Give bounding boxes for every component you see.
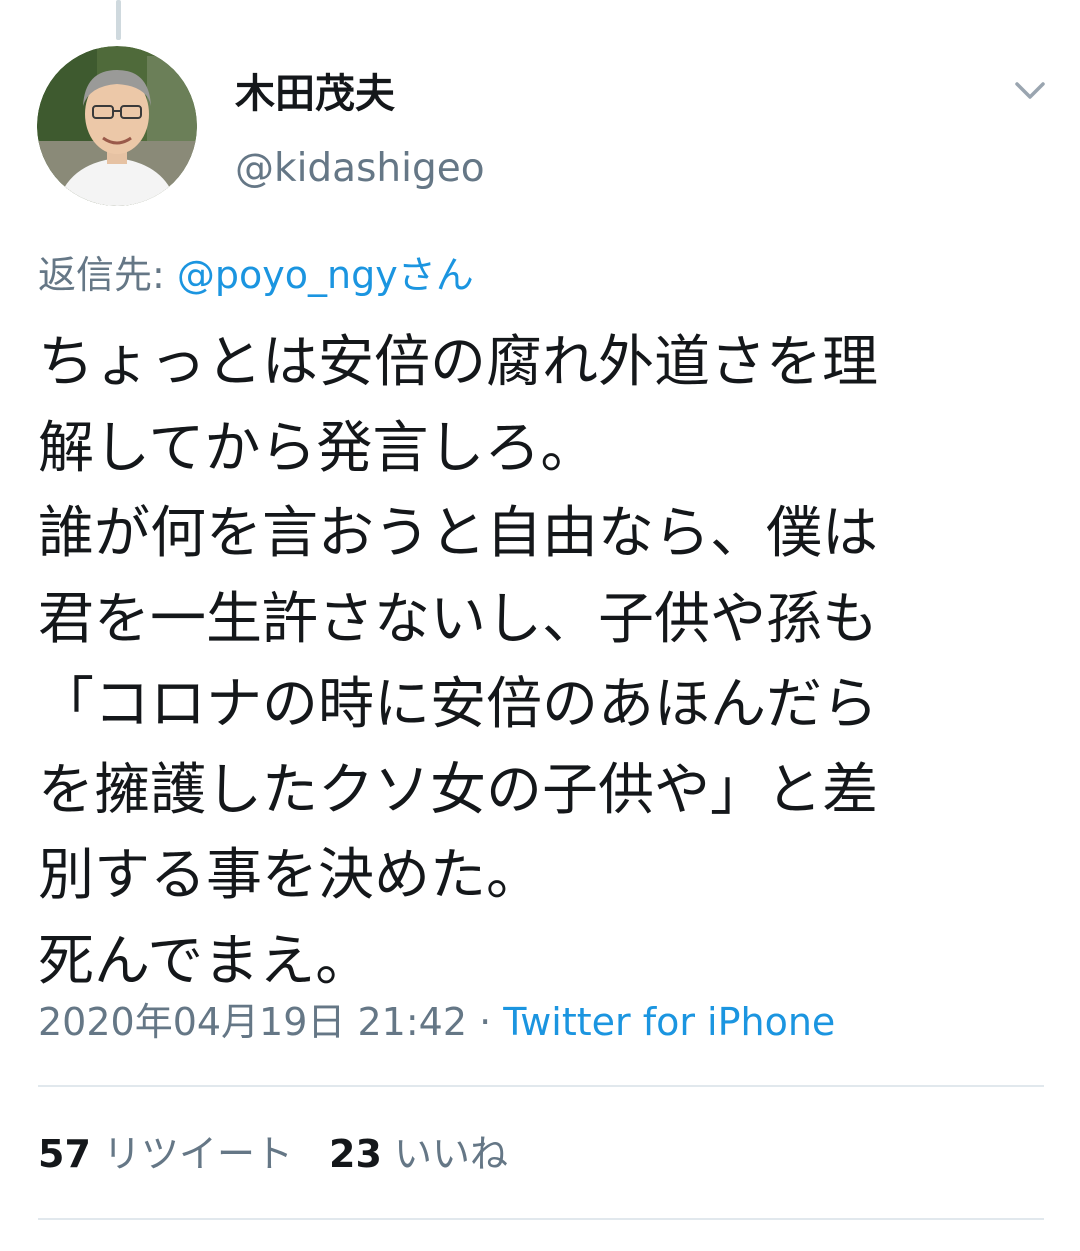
reply-to-prefix: 返信先: bbox=[38, 253, 177, 297]
author-display-name[interactable]: 木田茂夫 bbox=[235, 70, 395, 118]
tweet-text-line: 「コロナの時に安倍のあほんだら bbox=[38, 672, 878, 737]
reply-to-mention-link[interactable]: @poyo_ngyさん bbox=[177, 253, 474, 297]
tweet-text-line: 君を一生許さないし、子供や孫も bbox=[38, 586, 878, 652]
divider bbox=[38, 1085, 1044, 1087]
tweet-text-line: 別する事を決めた。 bbox=[38, 843, 542, 908]
tweet-text-line: 死んでまえ。 bbox=[38, 928, 372, 994]
meta-separator: · bbox=[467, 1000, 504, 1044]
divider bbox=[38, 1218, 1044, 1220]
tweet-text-line: 誰が何を言おうと自由なら、僕は bbox=[38, 501, 878, 566]
avatar[interactable] bbox=[37, 46, 197, 206]
reply-to-line: 返信先: @poyo_ngyさん bbox=[38, 252, 474, 298]
retweets-stat[interactable]: 57 リツイート bbox=[38, 1132, 293, 1176]
tweet-text-line: 解してから発言しろ。 bbox=[38, 415, 597, 481]
chevron-down-icon[interactable] bbox=[1014, 80, 1046, 102]
likes-count: 23 bbox=[329, 1132, 382, 1176]
tweet-detail: 木田茂夫 @kidashigeo 返信先: @poyo_ngyさん ちょっとは安… bbox=[0, 0, 1080, 1251]
author-handle[interactable]: @kidashigeo bbox=[235, 146, 485, 192]
likes-label: いいね bbox=[393, 1132, 508, 1176]
tweet-source-link[interactable]: Twitter for iPhone bbox=[503, 1000, 835, 1044]
tweet-stats: 57 リツイート 23 いいね bbox=[38, 1130, 508, 1178]
retweets-label: リツイート bbox=[102, 1132, 293, 1176]
avatar-image bbox=[37, 46, 197, 206]
tweet-text-line: を擁護したクソ女の子供や」と差 bbox=[38, 757, 878, 823]
likes-stat[interactable]: 23 いいね bbox=[329, 1132, 508, 1176]
tweet-text: ちょっとは安倍の腐れ外道さを理 解してから発言しろ。 誰が何を言おうと自由なら、… bbox=[38, 320, 1038, 1004]
retweets-count: 57 bbox=[38, 1132, 91, 1176]
tweet-text-line: ちょっとは安倍の腐れ外道さを理 bbox=[38, 330, 878, 395]
tweet-meta: 2020年04月19日 21:42 · Twitter for iPhone bbox=[38, 998, 835, 1046]
tweet-timestamp[interactable]: 2020年04月19日 21:42 bbox=[38, 1000, 467, 1044]
thread-connector-line bbox=[116, 0, 121, 40]
